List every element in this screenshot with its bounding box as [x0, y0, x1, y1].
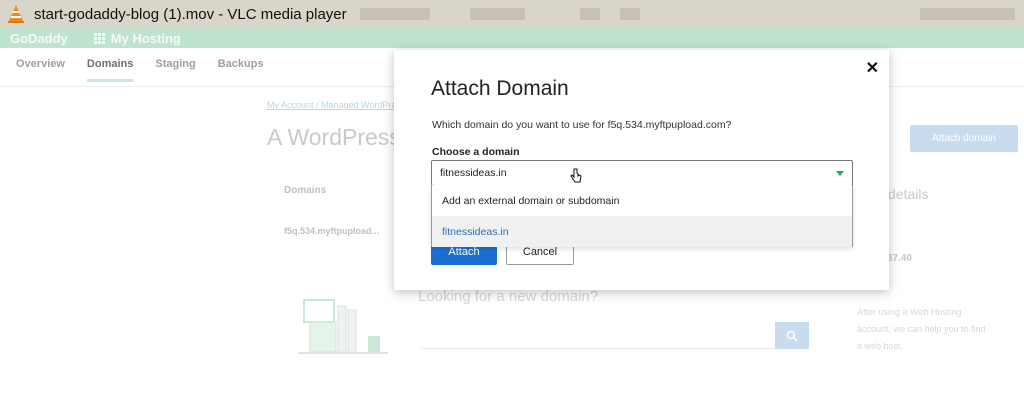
dropdown-option-fitnessideas[interactable]: fitnessideas.in: [432, 216, 852, 247]
tab-domains[interactable]: Domains: [86, 58, 134, 82]
domain-dropdown-list: Add an external domain or subdomain fitn…: [431, 185, 853, 247]
background-tab: [620, 8, 640, 20]
domain-row: f5q.534.myftpupload...: [284, 226, 380, 236]
domains-column-header: Domains: [284, 185, 327, 196]
vlc-cone-icon: [6, 4, 26, 24]
attach-domain-modal: ✕ Attach Domain Which domain do you want…: [394, 50, 889, 290]
modal-title: Attach Domain: [431, 77, 569, 100]
choose-domain-label: Choose a domain: [432, 146, 520, 158]
background-tab: [360, 8, 430, 20]
domain-select-value: fitnessideas.in: [440, 167, 507, 179]
looking-for-domain-heading: Looking for a new domain?: [418, 288, 599, 305]
product-name[interactable]: My Hosting: [111, 31, 181, 46]
chevron-down-icon: [836, 171, 844, 176]
close-icon[interactable]: ✕: [866, 58, 879, 78]
apps-grid-icon[interactable]: [93, 32, 105, 44]
hosting-illustration: [298, 299, 388, 354]
page-title: A WordPress: [267, 124, 401, 150]
search-icon: [786, 330, 798, 341]
tab-overview[interactable]: Overview: [16, 58, 65, 82]
side-info-text: After using a Web Hosting account, we ca…: [857, 307, 986, 351]
hand-cursor-icon: [570, 168, 582, 183]
modal-question: Which domain do you want to use for f5q.…: [432, 119, 732, 131]
tab-backups[interactable]: Backups: [218, 58, 264, 82]
window-title: start-godaddy-blog (1).mov - VLC media p…: [34, 5, 347, 23]
nav-tabs: Overview Domains Staging Backups: [16, 58, 264, 82]
tab-staging[interactable]: Staging: [155, 58, 195, 82]
window-titlebar: start-godaddy-blog (1).mov - VLC media p…: [0, 0, 1024, 28]
domain-select[interactable]: fitnessideas.in: [431, 160, 853, 186]
domain-search-input[interactable]: [421, 322, 775, 349]
breadcrumb[interactable]: My Account / Managed WordPress: [267, 100, 405, 110]
app-header: GoDaddy My Hosting: [0, 28, 1024, 48]
attach-domain-button[interactable]: Attach domain: [910, 125, 1018, 152]
background-tab: [920, 8, 1015, 20]
background-tab: [580, 8, 600, 20]
search-button[interactable]: [775, 322, 809, 349]
details-header: details: [888, 186, 929, 202]
background-tab: [470, 8, 525, 20]
dropdown-option-external[interactable]: Add an external domain or subdomain: [432, 185, 852, 216]
godaddy-logo[interactable]: GoDaddy: [10, 31, 68, 46]
